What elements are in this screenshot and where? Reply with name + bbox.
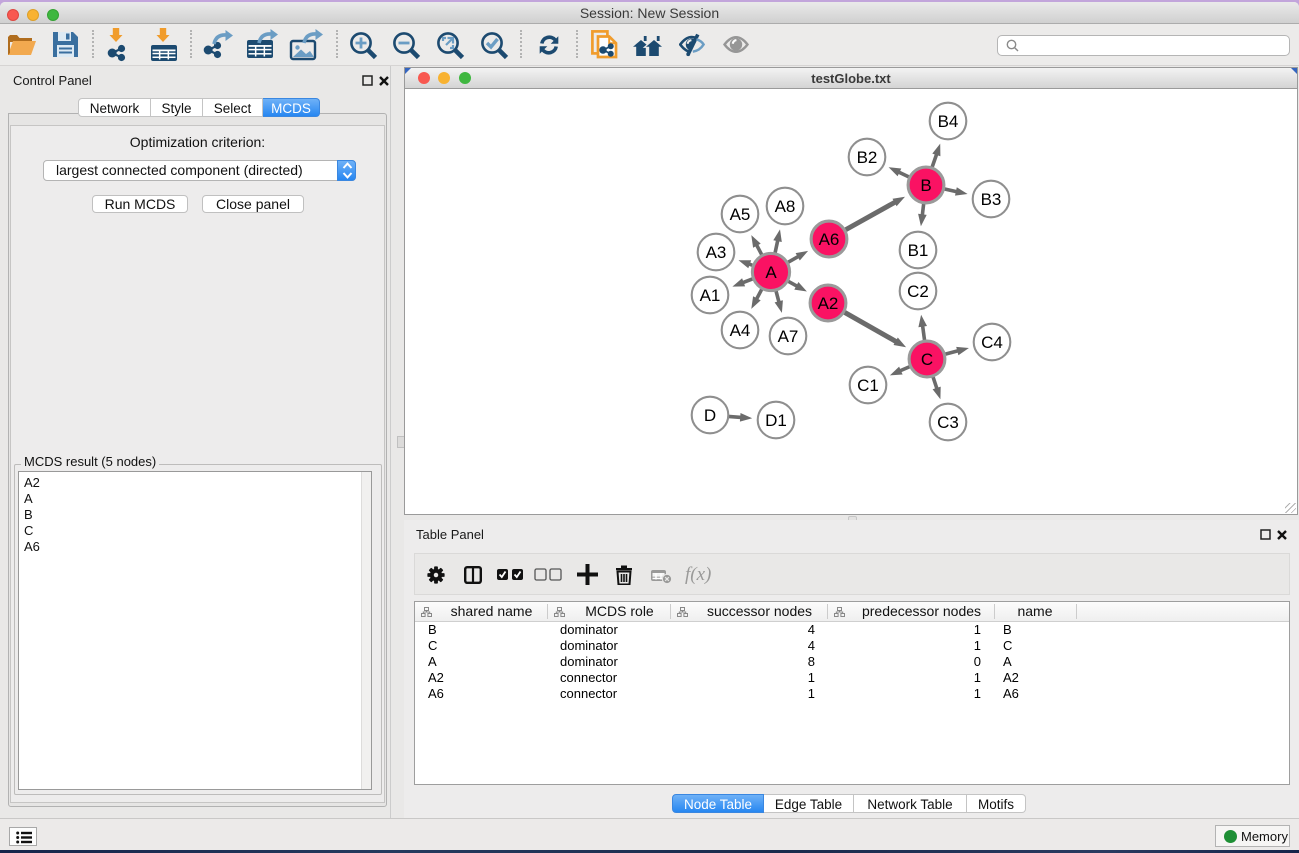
svg-text:A3: A3 xyxy=(706,243,727,262)
svg-text:D1: D1 xyxy=(765,411,787,430)
svg-text:C1: C1 xyxy=(857,376,879,395)
svg-text:C4: C4 xyxy=(981,333,1003,352)
svg-text:B2: B2 xyxy=(857,148,878,167)
svg-text:C2: C2 xyxy=(907,282,929,301)
svg-text:A1: A1 xyxy=(700,286,721,305)
svg-text:D: D xyxy=(704,406,716,425)
svg-text:A2: A2 xyxy=(818,294,839,313)
svg-text:A: A xyxy=(765,263,777,282)
svg-text:B4: B4 xyxy=(938,112,959,131)
svg-text:A6: A6 xyxy=(819,230,840,249)
svg-text:A7: A7 xyxy=(778,327,799,346)
svg-text:A5: A5 xyxy=(730,205,751,224)
svg-text:C: C xyxy=(921,350,933,369)
svg-text:A8: A8 xyxy=(775,197,796,216)
svg-text:f(x): f(x) xyxy=(685,565,711,585)
svg-text:B3: B3 xyxy=(981,190,1002,209)
svg-text:C3: C3 xyxy=(937,413,959,432)
svg-text:A4: A4 xyxy=(730,321,751,340)
svg-text:B: B xyxy=(920,176,931,195)
svg-text:B1: B1 xyxy=(908,241,929,260)
